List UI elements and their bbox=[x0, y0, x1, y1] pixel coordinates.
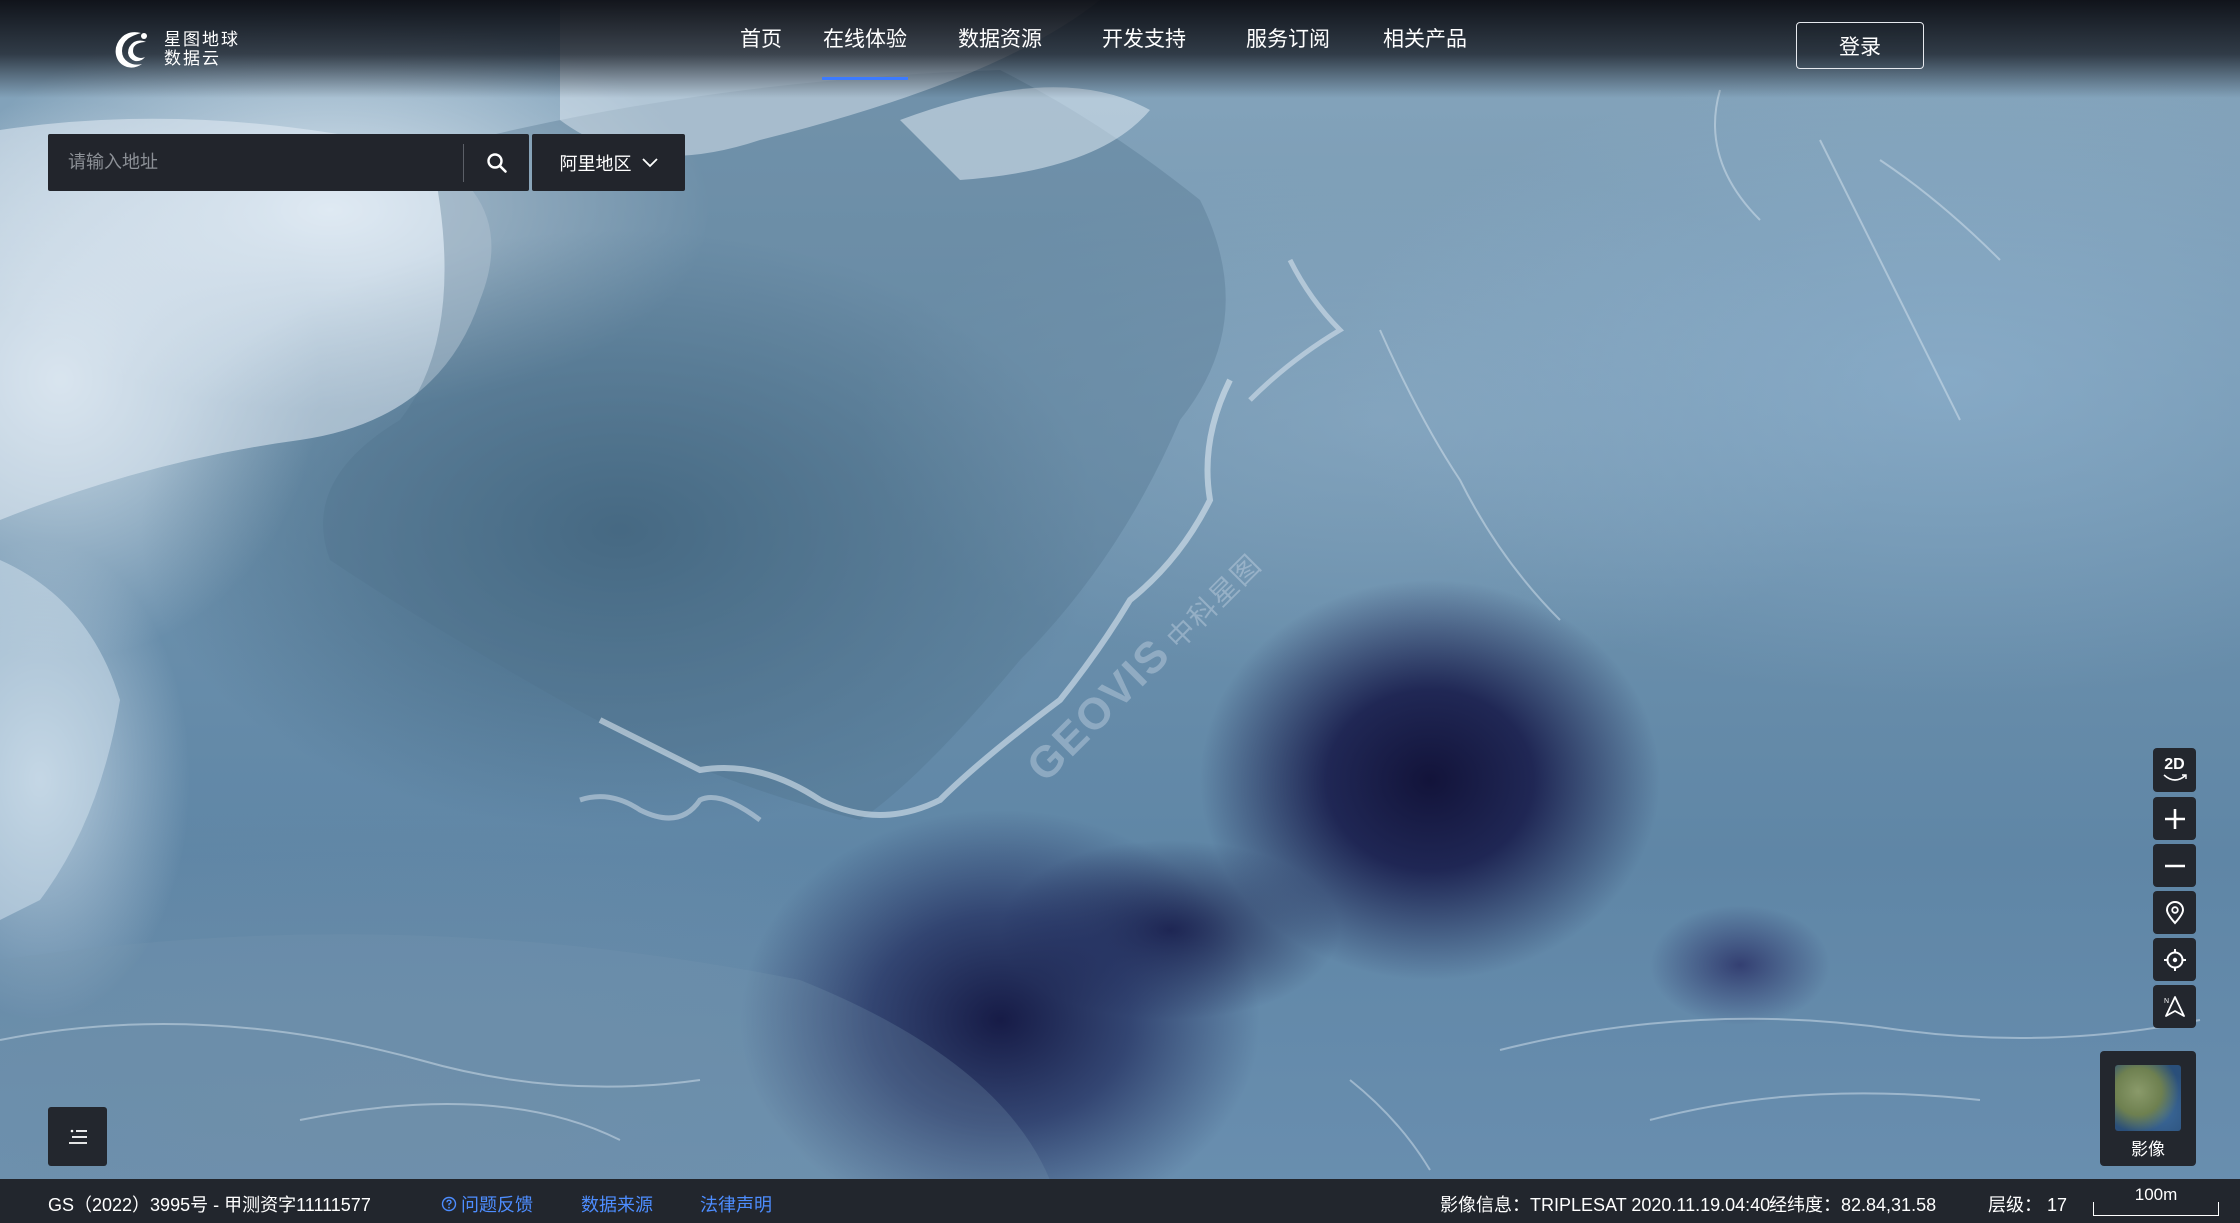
locate-target-icon bbox=[2163, 948, 2186, 971]
nav-active-indicator bbox=[822, 77, 908, 80]
zoom-out-button[interactable] bbox=[2153, 844, 2196, 887]
nav-item-related-products[interactable]: 相关产品 bbox=[1360, 29, 1490, 80]
nav-item-data-resources[interactable]: 数据资源 bbox=[928, 29, 1072, 80]
scale-bar-line bbox=[2093, 1202, 2219, 1216]
mark-location-button[interactable] bbox=[2153, 891, 2196, 934]
map-approval-number: GS（2022）3995号 - 甲测资字11111577 bbox=[48, 1195, 371, 1215]
map-toolbar: 2D N bbox=[2153, 748, 2196, 1032]
address-search bbox=[48, 134, 529, 191]
brand-name: 星图地球 数据云 bbox=[164, 30, 240, 68]
feedback-link-label: 问题反馈 bbox=[461, 1195, 533, 1215]
brand-logo-icon bbox=[115, 32, 147, 68]
help-circle-icon bbox=[441, 1196, 457, 1212]
zoom-out-icon bbox=[2164, 864, 2185, 867]
location-pin-icon bbox=[2165, 900, 2184, 925]
rotate-3d-icon bbox=[2162, 774, 2187, 781]
login-button[interactable]: 登录 bbox=[1796, 22, 1924, 69]
nav-item-home[interactable]: 首页 bbox=[720, 29, 802, 80]
image-info-readout: 影像信息：TRIPLESAT 2020.11.19.04:40 bbox=[1440, 1195, 1771, 1215]
region-dropdown-value: 阿里地区 bbox=[559, 153, 632, 174]
legal-notice-link[interactable]: 法律声明 bbox=[700, 1191, 772, 1217]
view-mode-label: 2D bbox=[2164, 756, 2185, 773]
search-button[interactable] bbox=[464, 134, 529, 191]
data-source-link[interactable]: 数据来源 bbox=[581, 1191, 653, 1217]
scale-bar: 100m bbox=[2093, 1185, 2219, 1219]
feedback-link[interactable]: 问题反馈 bbox=[441, 1191, 533, 1217]
address-search-input[interactable] bbox=[48, 134, 463, 191]
brand-name-line2: 数据云 bbox=[164, 49, 221, 68]
main-nav: 首页 在线体验 数据资源 开发支持 服务订阅 相关产品 bbox=[720, 29, 1490, 80]
zoom-in-button[interactable] bbox=[2153, 797, 2196, 840]
layer-list-button[interactable] bbox=[48, 1107, 107, 1166]
list-icon bbox=[68, 1129, 87, 1144]
top-header: 星图地球 数据云 首页 在线体验 数据资源 开发支持 服务订阅 相关产品 登录 bbox=[0, 0, 2240, 98]
search-icon bbox=[486, 152, 507, 173]
nav-item-subscription[interactable]: 服务订阅 bbox=[1216, 29, 1360, 80]
nav-item-dev-support[interactable]: 开发支持 bbox=[1072, 29, 1216, 80]
imagery-thumbnail bbox=[2115, 1065, 2181, 1131]
brand-name-line1: 星图地球 bbox=[164, 30, 240, 49]
layer-switch-label: 影像 bbox=[2131, 1140, 2165, 1159]
brand-logo[interactable]: 星图地球 数据云 bbox=[110, 26, 242, 72]
basemap-layer-switch[interactable]: 影像 bbox=[2100, 1051, 2196, 1166]
region-dropdown[interactable]: 阿里地区 bbox=[532, 134, 685, 191]
zoom-level-readout: 层级： 17 bbox=[1988, 1195, 2068, 1215]
compass-button[interactable]: N bbox=[2153, 985, 2196, 1028]
status-footer: GS（2022）3995号 - 甲测资字11111577 问题反馈 数据来源 法… bbox=[0, 1179, 2240, 1223]
view-mode-toggle[interactable]: 2D bbox=[2153, 748, 2196, 792]
compass-icon: N bbox=[2164, 995, 2185, 1017]
zoom-in-icon bbox=[2164, 808, 2185, 829]
coordinates-readout: 经纬度：82.84,31.58 bbox=[1769, 1195, 1937, 1215]
my-location-button[interactable] bbox=[2153, 938, 2196, 981]
svg-text:N: N bbox=[2164, 998, 2169, 1005]
nav-item-online-experience[interactable]: 在线体验 bbox=[802, 29, 928, 80]
chevron-down-icon bbox=[641, 157, 658, 167]
